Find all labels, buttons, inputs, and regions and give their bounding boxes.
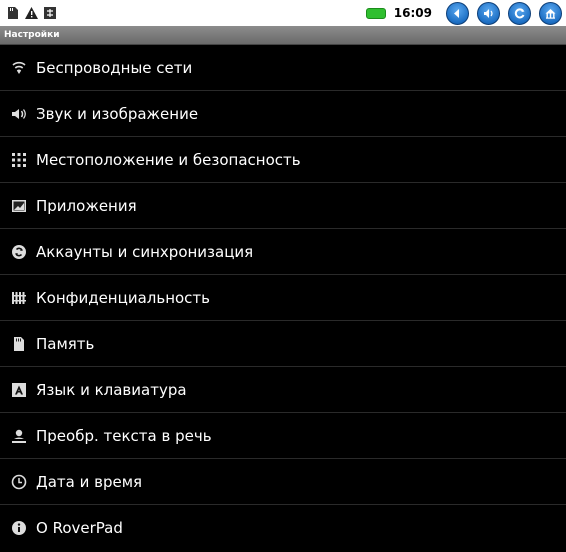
page-title: Настройки [0,26,566,45]
privacy-icon [10,289,28,307]
settings-item-about[interactable]: О RoverPad [0,505,566,551]
back-button[interactable] [446,1,469,25]
settings-item-memory[interactable]: Память [0,321,566,367]
clock-text: 16:09 [393,6,432,20]
settings-item-privacy[interactable]: Конфиденциальность [0,275,566,321]
text-to-speech-icon [10,427,28,445]
settings-item-label: Язык и клавиатура [36,380,187,399]
settings-item-label: Аккаунты и синхронизация [36,242,254,261]
refresh-button[interactable] [508,1,531,25]
status-bar: 16:09 [0,0,566,26]
usb-debug-icon [43,6,57,20]
notification-icons [6,6,57,20]
settings-item-wireless[interactable]: Беспроводные сети [0,45,566,91]
keyboard-icon [10,381,28,399]
location-grid-icon [10,151,28,169]
settings-item-label: Звук и изображение [36,104,199,123]
settings-item-text-to-speech[interactable]: Преобр. текста в речь [0,413,566,459]
settings-item-label: Конфиденциальность [36,288,211,307]
settings-item-label: Приложения [36,196,137,215]
settings-item-label: Беспроводные сети [36,58,193,77]
home-icon [545,8,556,19]
settings-item-applications[interactable]: Приложения [0,183,566,229]
wifi-icon [10,59,28,77]
memory-card-icon [10,335,28,353]
applications-icon [10,197,28,215]
settings-item-language-keyboard[interactable]: Язык и клавиатура [0,367,566,413]
settings-item-label: Местоположение и безопасность [36,150,301,169]
info-icon [10,519,28,537]
clock-icon [10,473,28,491]
status-right: 16:09 [365,1,562,25]
settings-item-label: Преобр. текста в речь [36,426,212,445]
home-button[interactable] [539,1,562,25]
speaker-icon [10,105,28,123]
volume-button[interactable] [477,1,500,25]
back-arrow-icon [454,8,459,18]
settings-item-accounts-sync[interactable]: Аккаунты и синхронизация [0,229,566,275]
battery-icon [365,7,386,19]
settings-item-location-security[interactable]: Местоположение и безопасность [0,137,566,183]
settings-item-sound-display[interactable]: Звук и изображение [0,91,566,137]
settings-item-date-time[interactable]: Дата и время [0,459,566,505]
settings-item-label: Дата и время [36,472,143,491]
warning-icon [24,6,39,20]
sync-icon [10,243,28,261]
volume-icon [484,8,493,18]
refresh-icon [514,7,525,18]
settings-item-label: О RoverPad [36,519,123,537]
settings-list: Беспроводные сети Звук и изображение Мес… [0,45,566,551]
sd-card-icon [6,6,20,20]
settings-item-label: Память [36,334,95,353]
